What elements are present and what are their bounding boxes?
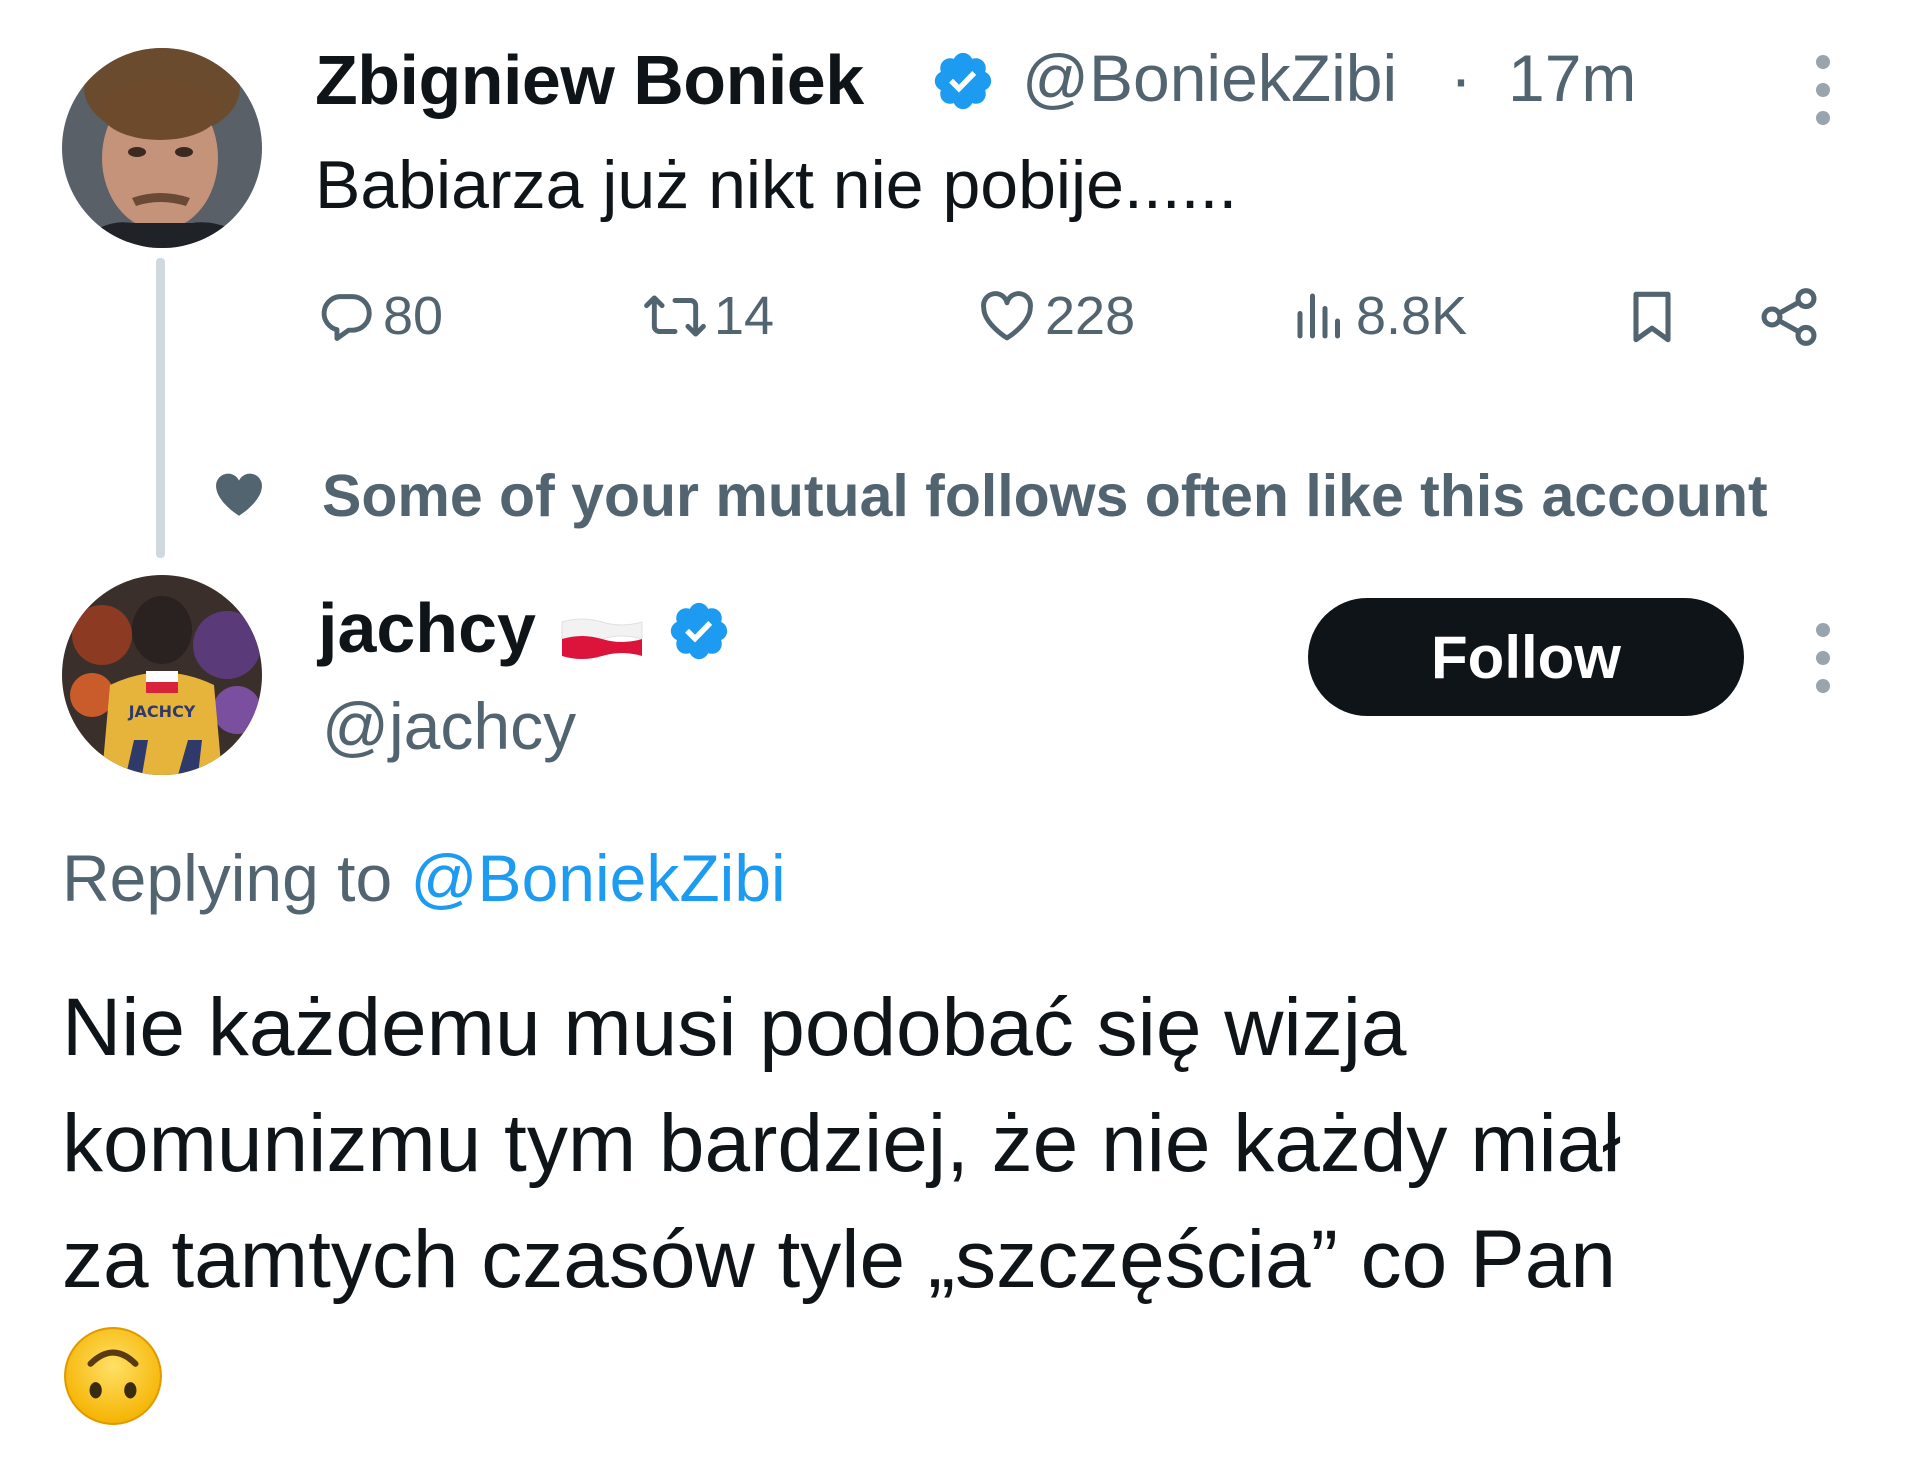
author-handle[interactable]: @BoniekZibi	[1022, 40, 1397, 116]
reply-text-line: za tamtych czasów tyle „szczęścia” co Pa…	[62, 1214, 1616, 1305]
retweet-count: 14	[714, 286, 775, 346]
reply-tweet-text: Nie każdemu musi podobać się wizja komun…	[62, 970, 1862, 1318]
more-icon[interactable]	[1803, 618, 1843, 698]
thread-connector-line	[156, 258, 165, 558]
retweet-icon	[644, 295, 706, 337]
social-context-text: Some of your mutual follows often like t…	[322, 463, 1768, 529]
reply-text-line: komunizmu tym bardziej, że nie każdy mia…	[62, 1098, 1621, 1189]
retweet-button[interactable]: 14	[640, 285, 774, 347]
like-button[interactable]: 228	[975, 285, 1135, 347]
reply-author-handle[interactable]: @jachcy	[322, 688, 576, 764]
reply-icon	[321, 294, 372, 341]
poland-flag-icon	[560, 616, 644, 662]
replying-to: Replying to @BoniekZibi	[62, 840, 786, 916]
follow-button[interactable]: Follow	[1308, 598, 1744, 716]
bookmark-icon	[1633, 291, 1671, 343]
reply-count: 80	[383, 286, 444, 346]
views-count: 8.8K	[1356, 286, 1468, 346]
avatar-boniek[interactable]	[62, 48, 262, 248]
reply-text-line: Nie każdemu musi podobać się wizja	[62, 982, 1407, 1073]
share-icon	[1761, 288, 1817, 346]
share-button[interactable]	[1755, 283, 1823, 351]
views-icon	[1297, 293, 1340, 339]
views-button[interactable]: 8.8K	[1290, 285, 1467, 347]
tweet-timestamp[interactable]: 17m	[1508, 40, 1636, 116]
reply-button[interactable]: 80	[315, 285, 443, 347]
verified-badge-icon[interactable]	[930, 48, 996, 114]
separator-dot: ·	[1450, 41, 1472, 115]
more-icon[interactable]	[1803, 50, 1843, 130]
like-icon	[981, 291, 1033, 341]
replying-to-label: Replying to	[62, 841, 393, 915]
verified-badge-icon[interactable]	[666, 598, 732, 664]
svg-text:JACHCY: JACHCY	[128, 702, 196, 721]
like-count: 228	[1045, 286, 1136, 346]
heart-icon	[210, 465, 268, 523]
author-name[interactable]: Zbigniew Boniek	[315, 40, 864, 120]
avatar-jachcy[interactable]: JACHCY	[62, 575, 262, 775]
upside-down-face-emoji-icon	[62, 1325, 164, 1427]
tweet-text: Babiarza już nikt nie pobije......	[315, 147, 1238, 223]
bookmark-button[interactable]	[1620, 283, 1684, 351]
replying-to-mention[interactable]: @BoniekZibi	[411, 841, 786, 915]
reply-author-name[interactable]: jachcy	[318, 588, 536, 668]
